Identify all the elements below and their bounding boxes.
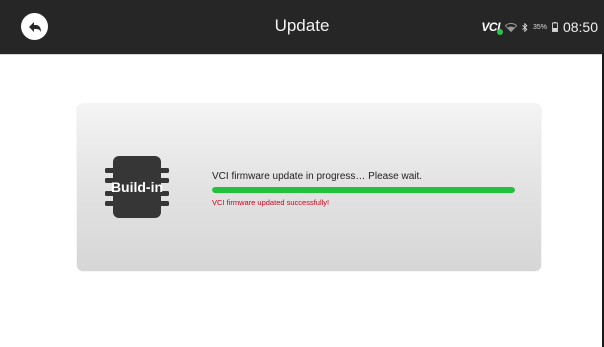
chip-label: Build-in bbox=[110, 179, 164, 195]
battery-percent: 35% bbox=[532, 23, 547, 31]
header-divider bbox=[0, 54, 604, 55]
build-in-chip: Build-in bbox=[105, 156, 169, 223]
vci-connected-indicator bbox=[496, 29, 503, 35]
wifi-icon bbox=[504, 22, 517, 32]
battery-icon bbox=[552, 22, 558, 32]
status-bar: VCI 35% 08:50 bbox=[481, 16, 598, 38]
update-progress-fill bbox=[212, 187, 515, 193]
vci-status-icon: VCI bbox=[481, 20, 503, 35]
bluetooth-icon bbox=[522, 22, 528, 32]
update-progress-bar bbox=[212, 187, 515, 193]
clock: 08:50 bbox=[562, 19, 598, 35]
update-message: VCI firmware update in progress… Please … bbox=[212, 171, 423, 182]
title-bar: Update VCI 35% 08:50 bbox=[0, 0, 604, 54]
update-status-message: VCI firmware updated successfully! bbox=[212, 198, 330, 207]
